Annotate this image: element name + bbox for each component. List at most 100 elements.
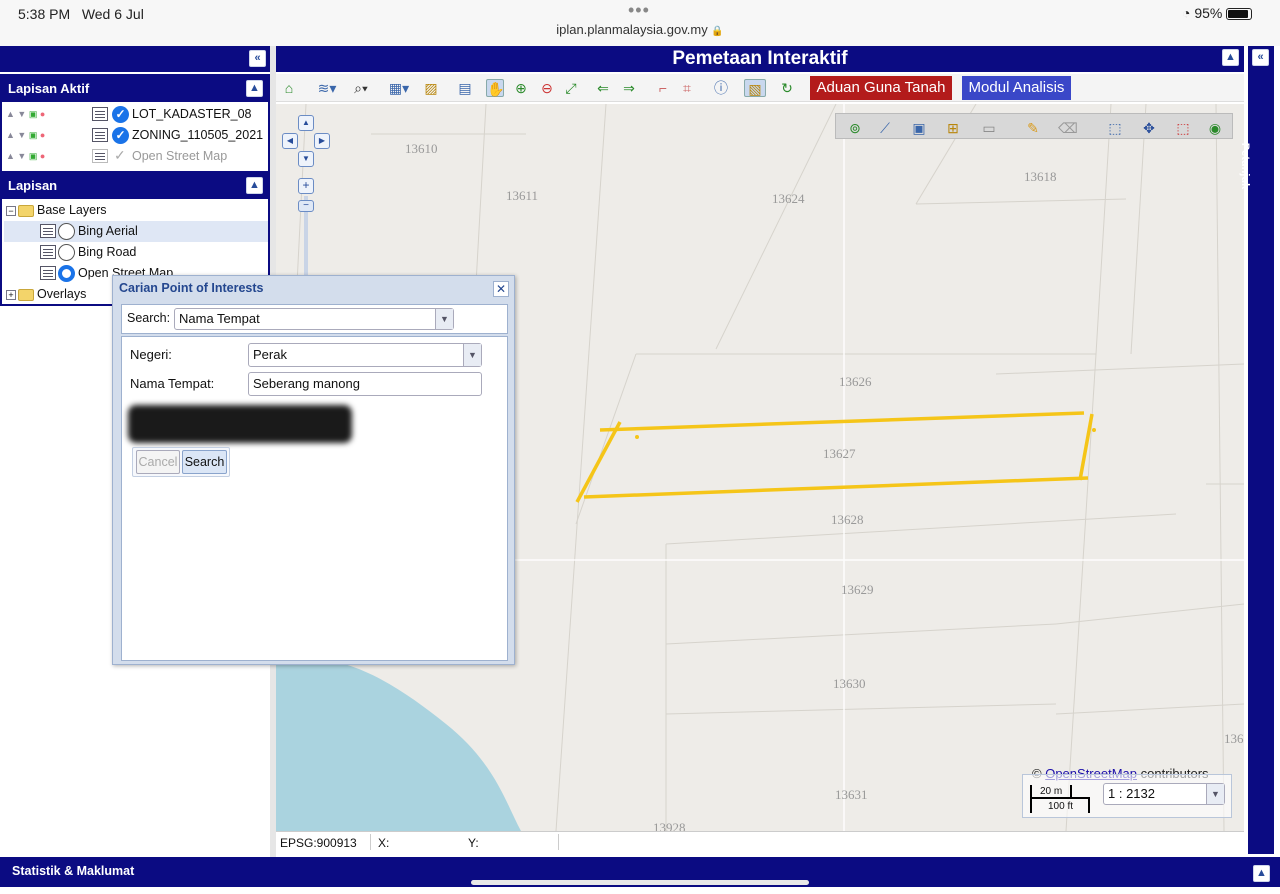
negeri-label: Negeri: [130,347,172,362]
add-point-icon[interactable]: ⊚ [846,119,864,137]
overlays-node[interactable]: + Overlays [6,287,86,301]
chevron-down-icon: ▼ [435,309,453,329]
layer-order-icons[interactable]: ▲ ▼ ▣ ● [6,130,45,141]
grid-dropdown-icon[interactable]: ▦▾ [386,79,412,97]
label-tool-icon[interactable]: ▭ [978,119,1000,137]
aduan-guna-tanah-button[interactable]: Aduan Guna Tanah [810,76,952,100]
pan-up-button[interactable]: ▲ [298,115,314,131]
expand-petunjuk-button[interactable]: « [1252,49,1269,66]
zoom-extent-icon[interactable]: ⤢ [562,79,580,97]
search-button[interactable]: Search [182,450,227,474]
layer-name: Open Street Map [132,149,228,163]
zoom-dropdown-icon[interactable]: ⌕▾ [348,79,374,97]
expand-statistik-button[interactable]: ▲ [1253,865,1270,882]
parcel-label: 13630 [833,676,866,691]
address-bar[interactable]: iplan.planmalaysia.gov.my 🔒 [0,22,1280,37]
lapisan-title: Lapisan [8,178,58,193]
folder-icon [18,204,34,217]
map-export-icon[interactable]: ▨ [422,79,440,97]
petunjuk-tab[interactable]: Petunjuk [1239,120,1274,220]
layer-checkbox-checked[interactable]: ✓ [112,127,129,144]
layer-order-icons[interactable]: ▲ ▼ ▣ ● [6,151,45,162]
legend-icon[interactable] [92,149,108,163]
dialog-body: Negeri: Perak ▼ Nama Tempat: Seberang ma… [121,336,508,661]
globe-icon[interactable]: ◉ [1206,119,1224,137]
x-coordinate-label: X: [378,836,390,850]
tree-row-bing-road[interactable]: Bing Road [4,242,268,263]
radio-bing-aerial[interactable] [58,223,75,240]
delete-feature-icon[interactable]: ⬚ [1174,119,1192,137]
draw-polygon-icon[interactable]: ▣ [910,119,928,137]
tree-row-bing-aerial[interactable]: Bing Aerial [4,221,268,242]
scale-select[interactable]: 1 : 2132 ▼ [1103,783,1225,805]
radio-bing-road[interactable] [58,244,75,261]
previous-extent-icon[interactable]: ⇐ [594,79,612,97]
nama-tempat-input[interactable]: Seberang manong [248,372,482,396]
close-icon[interactable]: ✕ [493,281,509,297]
battery-indicator: ◔ 95% [1182,5,1253,21]
info-icon[interactable]: ⓘ [712,79,730,97]
layer-checkbox-checked[interactable]: ✓ [112,106,129,123]
edit-feature-icon[interactable]: ⊞ [944,119,962,137]
modul-analisis-button[interactable]: Modul Analisis [962,76,1071,100]
parcel-label: 13618 [1024,169,1057,184]
cancel-button[interactable]: Cancel [136,450,180,474]
pan-hand-icon[interactable]: ✋ [486,79,504,97]
radio-open-street-map[interactable] [58,265,75,282]
erase-icon[interactable]: ⌫ [1058,119,1078,137]
zoom-out-icon[interactable]: ⊖ [538,79,556,97]
layer-checkbox-disabled[interactable]: ✓ [114,147,126,164]
identify-map-icon[interactable]: ▧ [744,79,766,97]
base-layers-node[interactable]: − Base Layers [6,203,106,217]
measure-line-icon[interactable]: ⌐ [654,79,672,97]
parcel-label: 136 [1224,731,1244,746]
parcel-label: 13628 [831,512,864,527]
collapse-lapisan-button[interactable]: ▲ [246,177,263,194]
collapse-node-icon[interactable]: − [6,205,16,216]
chevron-down-icon: ▼ [1206,784,1224,804]
editing-toolbar: ⊚ ⟋ ▣ ⊞ ▭ ✎ ⌫ ⬚ ✥ ⬚ ◉ [835,113,1233,139]
lapisan-aktif-title: Lapisan Aktif [8,81,90,96]
measure-area-icon[interactable]: ⌗ [678,79,696,97]
collapse-left-panel-button[interactable]: « [249,50,266,67]
collapse-map-header-button[interactable]: ▲ [1222,49,1239,66]
home-icon[interactable]: ⌂ [280,79,298,97]
expand-node-icon[interactable]: + [6,289,16,300]
legend-icon [40,245,56,259]
more-dots-icon[interactable]: ••• [628,0,650,21]
draw-line-icon[interactable]: ⟋ [876,119,894,137]
select-feature-icon[interactable]: ⬚ [1106,119,1124,137]
parcel-label: 13611 [506,188,539,203]
save-icon[interactable]: ▤ [456,79,474,97]
active-layer-row[interactable]: ▲ ▼ ▣ ● ✓ LOT_KADASTER_08 [2,104,270,125]
collapse-lapisan-aktif-button[interactable]: ▲ [246,80,263,97]
legend-icon[interactable] [92,128,108,142]
poi-search-dialog: Carian Point of Interests ✕ Search: Nama… [112,275,515,665]
parcel-label: 13627 [823,446,856,461]
browser-status-bar: 5:38 PM Wed 6 Jul ••• iplan.planmalaysia… [0,0,1280,46]
pan-right-button[interactable]: ▶ [314,133,330,149]
zoom-in-button[interactable]: + [298,178,314,194]
move-icon[interactable]: ✥ [1140,119,1158,137]
zoom-slider-handle[interactable]: − [298,200,314,212]
layers-dropdown-icon[interactable]: ≋▾ [314,79,340,97]
pencil-icon[interactable]: ✎ [1024,119,1042,137]
battery-icon [1226,8,1253,21]
layer-order-icons[interactable]: ▲ ▼ ▣ ● [6,109,45,120]
pan-down-button[interactable]: ▼ [298,151,314,167]
active-layer-row[interactable]: ▲ ▼ ▣ ● ✓ Open Street Map [2,146,270,167]
active-layer-row[interactable]: ▲ ▼ ▣ ● ✓ ZONING_110505_2021 [2,125,270,146]
map-title: Pemetaan Interaktif [672,48,848,69]
next-extent-icon[interactable]: ⇒ [620,79,638,97]
legend-icon[interactable] [92,107,108,121]
lock-icon: 🔒 [711,26,724,37]
negeri-select[interactable]: Perak ▼ [248,343,482,367]
chevron-down-icon: ▼ [463,344,481,366]
wifi-icon: ◔ [1182,5,1191,21]
parcel-label: 13626 [839,374,872,389]
refresh-icon[interactable]: ↻ [778,79,796,97]
search-type-select[interactable]: Nama Tempat ▼ [174,308,454,330]
zoom-in-icon[interactable]: ⊕ [512,79,530,97]
pan-left-button[interactable]: ◀ [282,133,298,149]
active-layers-list: ▲ ▼ ▣ ● ✓ LOT_KADASTER_08 ▲ ▼ ▣ ● ✓ ZONI… [0,102,270,171]
